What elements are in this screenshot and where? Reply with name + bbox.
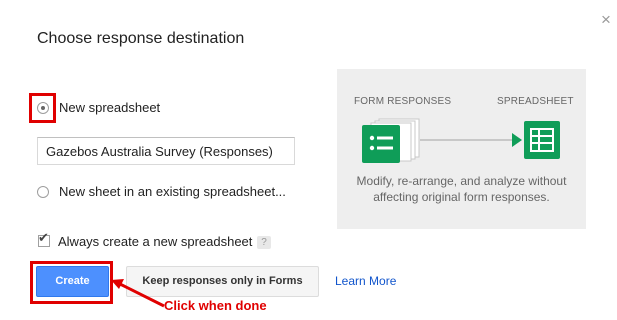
spreadsheet-label: SPREADSHEET <box>497 96 574 107</box>
description-line-2: affecting original form responses. <box>373 190 550 204</box>
radio-existing-spreadsheet[interactable] <box>37 186 49 198</box>
click-when-done-annotation: Click when done <box>164 298 267 313</box>
radio-new-spreadsheet-label[interactable]: New spreadsheet <box>59 100 160 115</box>
dialog-title: Choose response destination <box>37 30 245 47</box>
flow-arrow-icon <box>512 133 522 147</box>
checkmark-icon: ✔ <box>38 230 49 245</box>
radio-selected-dot <box>41 106 45 110</box>
illustration-description: Modify, re-arrange, and analyze without … <box>337 173 586 205</box>
always-create-label[interactable]: Always create a new spreadsheet <box>58 234 252 249</box>
close-icon[interactable]: × <box>597 11 615 29</box>
description-line-1: Modify, re-arrange, and analyze without <box>356 174 567 188</box>
radio-existing-spreadsheet-label[interactable]: New sheet in an existing spreadsheet... <box>59 184 286 199</box>
learn-more-link[interactable]: Learn More <box>335 274 396 288</box>
help-icon[interactable]: ? <box>257 236 271 249</box>
always-create-checkbox[interactable]: ✔ <box>38 231 50 247</box>
create-button[interactable]: Create <box>36 266 109 297</box>
form-responses-label: FORM RESPONSES <box>354 96 452 107</box>
flow-illustration <box>362 118 560 163</box>
form-responses-icon <box>362 118 420 163</box>
spreadsheet-icon <box>524 121 560 159</box>
annotation-arrow-icon <box>111 279 165 308</box>
radio-new-spreadsheet[interactable] <box>37 102 49 114</box>
spreadsheet-name-input[interactable] <box>37 137 295 165</box>
